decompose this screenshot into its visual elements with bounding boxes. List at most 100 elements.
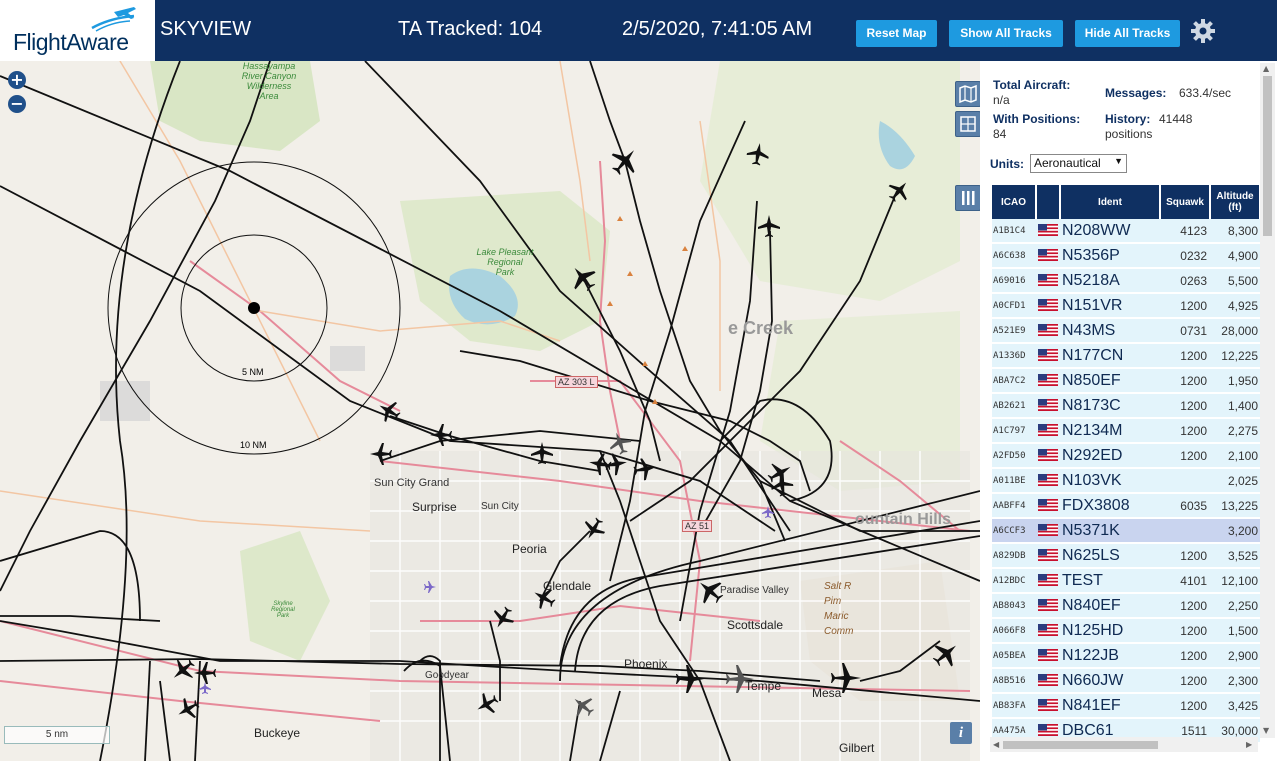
scroll-down-icon[interactable]: ▼ [1263, 726, 1269, 735]
cell-icao: A829DB [992, 543, 1036, 569]
scroll-up-icon[interactable]: ▲ [1263, 64, 1269, 73]
cell-flag [1036, 268, 1060, 294]
table-row[interactable]: A1C797 N2134M 1200 2,275 [992, 418, 1260, 444]
cell-flag [1036, 418, 1060, 444]
table-row[interactable]: A12BDC TEST 4101 12,100 [992, 568, 1260, 594]
map-layers-button[interactable] [955, 81, 980, 107]
cell-squawk: 1200 [1160, 618, 1210, 644]
place-label-surprise: Surprise [412, 500, 457, 514]
table-row[interactable]: A011BE N103VK 2,025 [992, 468, 1260, 494]
place-label-peoria: Peoria [512, 542, 547, 556]
cell-ident: N840EF [1060, 593, 1160, 619]
column-header-altitude[interactable]: Altitude (ft) [1210, 185, 1261, 219]
park-label-hassayampa: Hassayampa River Canyon Wilderness Area [241, 61, 297, 101]
table-row[interactable]: AABFF4 FDX3808 6035 13,225 [992, 493, 1260, 519]
cell-ident: N122JB [1060, 643, 1160, 669]
cell-icao: A12BDC [992, 568, 1036, 594]
cell-squawk: 1200 [1160, 668, 1210, 694]
cell-squawk: 1200 [1160, 393, 1210, 419]
park-label-lake-pleasant: Lake Pleasant Regional Park [476, 247, 534, 277]
horizontal-scrollbar-thumb[interactable] [1003, 741, 1158, 749]
place-label-gilbert: Gilbert [839, 741, 875, 755]
table-row[interactable]: A066F8 N125HD 1200 1,500 [992, 618, 1260, 644]
us-flag-icon [1038, 499, 1058, 512]
history-label: History: [1105, 112, 1151, 126]
cell-flag [1036, 543, 1060, 569]
column-header-squawk[interactable]: Squawk [1160, 185, 1211, 219]
us-flag-icon [1038, 549, 1058, 562]
cell-altitude: 1,950 [1210, 368, 1260, 394]
cell-altitude: 2,250 [1210, 593, 1260, 619]
cell-altitude: 4,900 [1210, 243, 1260, 269]
zoom-out-button[interactable]: − [8, 95, 26, 113]
table-row[interactable]: A6CCF3 N5371K 3,200 [992, 518, 1260, 544]
place-label-tempe: Tempe [745, 679, 782, 693]
cell-ident: N125HD [1060, 618, 1160, 644]
table-row[interactable]: AB2621 N8173C 1200 1,400 [992, 393, 1260, 419]
cell-icao: A011BE [992, 468, 1036, 494]
scroll-right-icon[interactable]: ▶ [1246, 740, 1252, 749]
cell-altitude: 4,925 [1210, 293, 1260, 319]
cell-icao: A6C638 [992, 243, 1036, 269]
cell-ident: N841EF [1060, 693, 1160, 719]
cell-flag [1036, 368, 1060, 394]
map-canvas [0, 61, 980, 761]
messages-label: Messages: [1105, 86, 1167, 100]
cell-flag [1036, 318, 1060, 344]
column-header-flag[interactable] [1036, 185, 1061, 219]
table-row[interactable]: AB83FA N841EF 1200 3,425 [992, 693, 1260, 719]
table-row[interactable]: A8B516 N660JW 1200 2,300 [992, 668, 1260, 694]
top-header: FlightAware SKYVIEW TA Tracked: 104 2/5/… [0, 0, 1277, 61]
table-row[interactable]: A521E9 N43MS 0731 28,000 [992, 318, 1260, 344]
hide-all-tracks-button[interactable]: Hide All Tracks [1075, 20, 1180, 47]
zoom-in-button[interactable]: + [8, 71, 26, 89]
table-row[interactable]: A1336D N177CN 1200 12,225 [992, 343, 1260, 369]
show-all-tracks-button[interactable]: Show All Tracks [949, 20, 1063, 47]
cell-altitude: 3,200 [1210, 518, 1260, 544]
cell-flag [1036, 593, 1060, 619]
column-header-ident[interactable]: Ident [1060, 185, 1161, 219]
table-row[interactable]: A69016 N5218A 0263 5,500 [992, 268, 1260, 294]
table-row[interactable]: ABA7C2 N850EF 1200 1,950 [992, 368, 1260, 394]
cell-altitude: 5,500 [1210, 268, 1260, 294]
column-toggle-button[interactable] [955, 185, 980, 211]
table-row[interactable]: A2FD50 N292ED 1200 2,100 [992, 443, 1260, 469]
cell-squawk: 6035 [1160, 493, 1210, 519]
gear-icon[interactable] [1190, 18, 1216, 44]
vertical-scrollbar-thumb[interactable] [1263, 76, 1272, 236]
cell-ident: N5218A [1060, 268, 1160, 294]
info-icon[interactable]: i [950, 722, 972, 744]
reset-map-button[interactable]: Reset Map [856, 20, 937, 47]
us-flag-icon [1038, 349, 1058, 362]
place-label-sun-city-grand: Sun City Grand [374, 477, 450, 489]
place-label-paradise-valley: Paradise Valley [720, 585, 789, 596]
airplane-logo-icon [91, 7, 136, 32]
place-label-fountain-hills: ountain Hills [855, 511, 951, 528]
map-icon [959, 84, 977, 104]
total-aircraft-value: n/a [993, 93, 1010, 107]
table-row[interactable]: A1B1C4 N208WW 4123 8,300 [992, 219, 1260, 244]
table-row[interactable]: A829DB N625LS 1200 3,525 [992, 543, 1260, 569]
flightaware-logo[interactable]: FlightAware [0, 0, 155, 61]
place-label-sun-city: Sun City [481, 501, 519, 512]
map-view[interactable]: Hassayampa River Canyon Wilderness Area … [0, 61, 980, 761]
place-label-mesa: Mesa [812, 686, 842, 700]
cell-icao: A521E9 [992, 318, 1036, 344]
us-flag-icon [1038, 274, 1058, 287]
cell-icao: A1336D [992, 343, 1036, 369]
scroll-left-icon[interactable]: ◀ [993, 740, 999, 749]
table-row[interactable]: A6C638 N5356P 0232 4,900 [992, 243, 1260, 269]
cell-squawk: 1200 [1160, 368, 1210, 394]
table-row[interactable]: A05BEA N122JB 1200 2,900 [992, 643, 1260, 669]
column-header-icao[interactable]: ICAO [992, 185, 1037, 219]
units-select[interactable]: Aeronautical ▼ [1030, 154, 1127, 173]
map-grid-button[interactable] [955, 111, 980, 137]
us-flag-icon [1038, 249, 1058, 262]
messages-value: 633.4/sec [1179, 86, 1232, 100]
with-positions-label: With Positions: [993, 112, 1081, 126]
cell-squawk: 1200 [1160, 593, 1210, 619]
table-row[interactable]: A0CFD1 N151VR 1200 4,925 [992, 293, 1260, 319]
cell-ident: FDX3808 [1060, 493, 1160, 519]
cell-squawk: 4123 [1160, 219, 1210, 244]
table-row[interactable]: AB8043 N840EF 1200 2,250 [992, 593, 1260, 619]
